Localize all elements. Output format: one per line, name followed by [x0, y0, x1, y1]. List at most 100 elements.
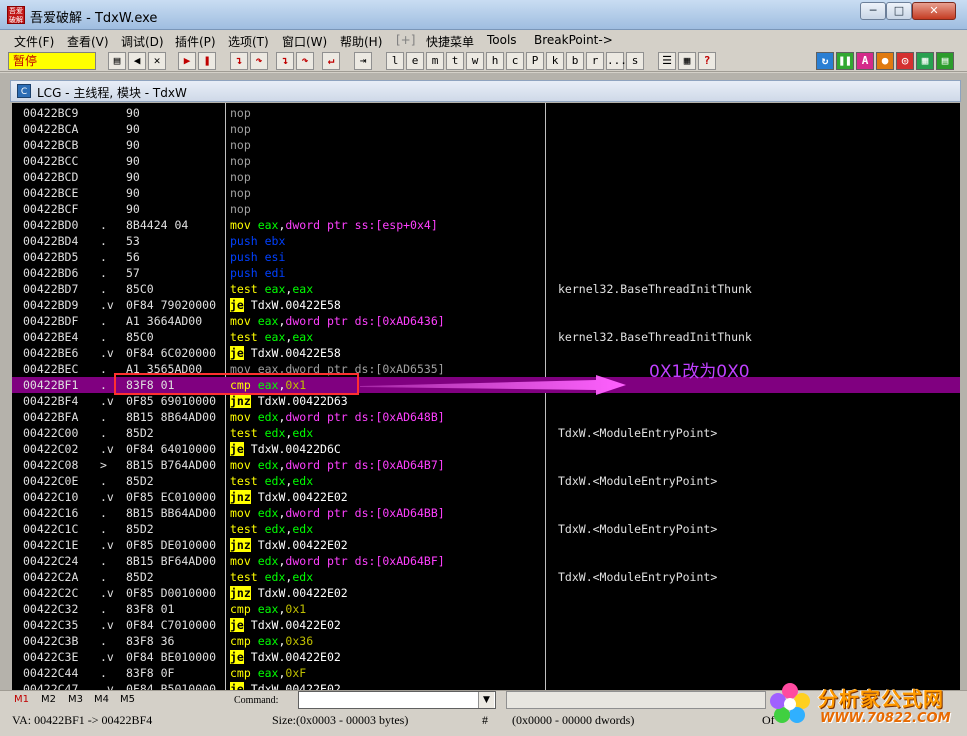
menu-view[interactable]: 查看(V) — [67, 33, 109, 50]
instruction-row[interactable]: 00422C10 .v 0F85 EC010000 jnz TdxW.00422E02 — [12, 489, 960, 505]
instruction-row[interactable]: 00422BC9 90 nop — [12, 105, 960, 121]
disassembly-token: jnz — [230, 586, 251, 600]
disassembly-token: eax — [264, 282, 286, 296]
trace-into-icon[interactable]: ↴ — [276, 52, 294, 70]
instruction-row[interactable]: 00422C1C. 85D2 test edx,edx TdxW.<ModuleEnt… — [12, 521, 960, 537]
instruction-row[interactable]: 00422C08 >8B15 B764AD00 mov edx,dword ptr … — [12, 457, 960, 473]
toolbar-r-button[interactable]: r — [586, 52, 604, 70]
instruction-row[interactable]: 00422BD9 .v 0F84 79020000 je TdxW.00422E58 — [12, 297, 960, 313]
pause-icon[interactable]: ❚ — [198, 52, 216, 70]
step-over-icon[interactable]: ↷ — [250, 52, 268, 70]
instruction-row[interactable]: 00422BD7. 85C0 test eax,eax kernel32.BaseTh… — [12, 281, 960, 297]
menu-plugins[interactable]: 插件(P) — [175, 33, 216, 50]
tab-m4[interactable]: M4 — [94, 694, 109, 705]
cpu-window-title-bar[interactable]: C LCG - 主线程, 模块 - TdxW — [10, 80, 961, 102]
close-window-button[interactable]: ✕ — [912, 2, 956, 20]
disassembly-token: cmp — [230, 634, 258, 648]
instruction-row[interactable]: 00422C16. 8B15 BB64AD00 mov edx,dword ptr … — [12, 505, 960, 521]
instruction-row[interactable]: 00422C3B. 83F8 36 cmp eax,0x36 — [12, 633, 960, 649]
instruction-row[interactable]: 00422C02 .v 0F84 64010000 je TdxW.00422D6C — [12, 441, 960, 457]
toolbar-m-button[interactable]: m — [426, 52, 444, 70]
instruction-row[interactable]: 00422C1E .v 0F85 DE010000 jnz TdxW.00422E02 — [12, 537, 960, 553]
menu-window[interactable]: 窗口(W) — [282, 33, 327, 50]
status-size: Size:(0x0003 - 00003 bytes) — [272, 713, 409, 727]
instruction-row[interactable]: 00422BFA. 8B15 8B64AD00 mov edx,dword ptr … — [12, 409, 960, 425]
list-icon[interactable]: ▦ — [678, 52, 696, 70]
run-icon[interactable]: ▶ — [178, 52, 196, 70]
menu-debug[interactable]: 调试(D) — [121, 33, 164, 50]
options-icon[interactable]: ☰ — [658, 52, 676, 70]
instruction-row[interactable]: 00422BD6. 57 push edi — [12, 265, 960, 281]
execute-till-return-icon[interactable]: ↵ — [322, 52, 340, 70]
instruction-row[interactable]: 00422C0E. 85D2 test edx,edx TdxW.<ModuleEnt… — [12, 473, 960, 489]
instruction-row[interactable]: 00422BE4. 85C0 test eax,eax kernel32.BaseTh… — [12, 329, 960, 345]
instruction-row[interactable]: 00422BE6 .v 0F84 6C020000 je TdxW.00422E58 — [12, 345, 960, 361]
tab-m5[interactable]: M5 — [120, 694, 135, 705]
toolbar-t-button[interactable]: t — [446, 52, 464, 70]
menu-tools[interactable]: Tools — [487, 33, 517, 47]
maximize-button[interactable]: □ — [886, 2, 912, 20]
tab-m3[interactable]: M3 — [68, 694, 83, 705]
instruction-disassembly: nop — [230, 121, 546, 137]
step-into-icon[interactable]: ↴ — [230, 52, 248, 70]
instruction-row[interactable]: 00422BD0. 8B4424 04 mov eax,dword ptr ss:[… — [12, 217, 960, 233]
disassembly-token: TdxW.00422E02 — [250, 490, 348, 504]
instruction-row[interactable]: 00422C3E .v 0F84 BE010000 je TdxW.00422E02 — [12, 649, 960, 665]
toolbar-w-button[interactable]: w — [466, 52, 484, 70]
toolbar-p-button[interactable]: P — [526, 52, 544, 70]
help-icon[interactable]: ? — [698, 52, 716, 70]
a-icon[interactable]: A — [856, 52, 874, 70]
disassembly-token: esi — [264, 250, 286, 264]
instruction-row[interactable]: 00422C2C .v 0F85 D0010000 jnz TdxW.00422E02 — [12, 585, 960, 601]
instruction-row[interactable]: 00422BDF. A1 3664AD00 mov eax,dword ptr ds… — [12, 313, 960, 329]
instruction-row[interactable]: 00422BCC 90 nop — [12, 153, 960, 169]
disassembly-token: 0x1 — [285, 602, 307, 616]
goto-icon[interactable]: ⇥ — [354, 52, 372, 70]
instruction-row[interactable]: 00422BCA 90 nop — [12, 121, 960, 137]
tab-m1[interactable]: M1 — [14, 694, 29, 705]
instruction-row[interactable]: 00422C32. 83F8 01 cmp eax,0x1 — [12, 601, 960, 617]
instruction-hex: 0F84 6C020000 — [126, 346, 217, 360]
toolbar-l-button[interactable]: l — [386, 52, 404, 70]
toolbar-dots-button[interactable]: ... — [606, 52, 627, 70]
instruction-row[interactable]: 00422C24. 8B15 BF64AD00 mov edx,dword ptr … — [12, 553, 960, 569]
pause-green-icon[interactable]: ❚❚ — [836, 52, 854, 70]
toolbar-s-button[interactable]: s — [626, 52, 644, 70]
command-input[interactable] — [298, 691, 496, 709]
rewind-icon[interactable]: ◀ — [128, 52, 146, 70]
disassembly-token: je — [230, 682, 244, 690]
toolbar-e-button[interactable]: e — [406, 52, 424, 70]
menu-file[interactable]: 文件(F) — [14, 33, 54, 50]
open-icon[interactable]: ▤ — [108, 52, 126, 70]
menu-breakpoint[interactable]: BreakPoint-> — [534, 33, 613, 47]
toolbar-k-button[interactable]: k — [546, 52, 564, 70]
instruction-row[interactable]: 00422BCF 90 nop — [12, 201, 960, 217]
toolbar-h-button[interactable]: h — [486, 52, 504, 70]
instruction-row[interactable]: 00422C00. 85D2 test edx,edx TdxW.<ModuleEnt… — [12, 425, 960, 441]
save-icon[interactable]: ▤ — [936, 52, 954, 70]
trace-over-icon[interactable]: ↷ — [296, 52, 314, 70]
instruction-row[interactable]: 00422BD5. 56 push esi — [12, 249, 960, 265]
instruction-row[interactable]: 00422BD4. 53 push ebx — [12, 233, 960, 249]
close-icon[interactable]: ✕ — [148, 52, 166, 70]
instruction-row[interactable]: 00422BCE 90 nop — [12, 185, 960, 201]
instruction-row[interactable]: 00422BCD 90 nop — [12, 169, 960, 185]
jump-marker: .v — [100, 538, 114, 552]
stop-icon[interactable]: ● — [876, 52, 894, 70]
instruction-row[interactable]: 00422C2A. 85D2 test edx,edx TdxW.<ModuleEnt… — [12, 569, 960, 585]
menu-plus[interactable]: [+] — [396, 33, 415, 47]
refresh-icon[interactable]: ↻ — [816, 52, 834, 70]
toolbar-b-button[interactable]: b — [566, 52, 584, 70]
target-icon[interactable]: ◎ — [896, 52, 914, 70]
menu-shortcut[interactable]: 快捷菜单 — [426, 33, 474, 50]
tab-m2[interactable]: M2 — [41, 694, 56, 705]
instruction-row[interactable]: 00422BCB 90 nop — [12, 137, 960, 153]
menu-options[interactable]: 选项(T) — [228, 33, 269, 50]
toolbar-c-button[interactable]: c — [506, 52, 524, 70]
menu-help[interactable]: 帮助(H) — [340, 33, 382, 50]
instruction-row[interactable]: 00422C35 .v 0F84 C7010000 je TdxW.00422E02 — [12, 617, 960, 633]
minimize-button[interactable]: ─ — [860, 2, 886, 20]
instruction-address: 00422BCF — [23, 202, 79, 216]
grid-icon[interactable]: ▦ — [916, 52, 934, 70]
command-dropdown-icon[interactable]: ▼ — [478, 692, 494, 708]
